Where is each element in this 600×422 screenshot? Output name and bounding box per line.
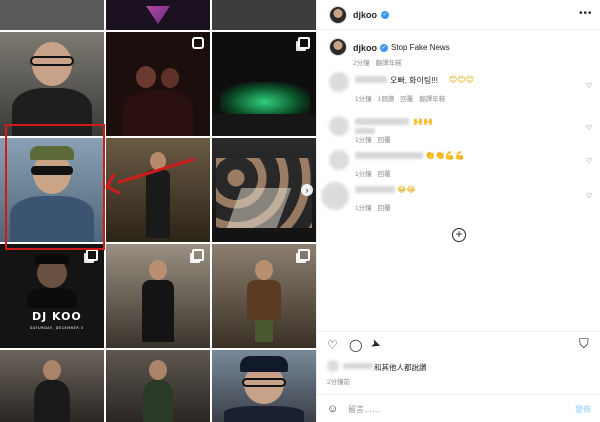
post-detail-panel: djkoo ✓ ••• djkoo ✓ Stop Fake News 2分鐘 翻譯… bbox=[316, 0, 600, 422]
multiple-photos-icon bbox=[298, 37, 310, 49]
author-username[interactable]: djkoo bbox=[353, 10, 377, 20]
divider bbox=[317, 331, 600, 332]
like-heart-icon[interactable]: ♡ bbox=[327, 338, 338, 352]
comment-meta: 1分鐘 回覆 bbox=[355, 168, 397, 178]
comment-bubble-icon[interactable]: ◯ bbox=[349, 338, 362, 352]
highlight-box bbox=[5, 124, 105, 250]
comment-emoji: 🙌🙌 bbox=[413, 117, 433, 126]
like-comment-heart-icon[interactable]: ♡ bbox=[586, 157, 592, 165]
caption-username[interactable]: djkoo bbox=[353, 43, 377, 53]
grid-tile-promo[interactable]: DJ KOO SATURDAY, DECEMBER 3 bbox=[0, 244, 104, 348]
reply-link[interactable]: 回覆 bbox=[378, 205, 391, 212]
translate-link[interactable]: 翻譯年糕 bbox=[419, 96, 445, 103]
emoji-picker-icon[interactable]: ☺ bbox=[327, 402, 338, 416]
comment-time: 1分鐘 bbox=[355, 96, 372, 103]
reply-link[interactable]: 回覆 bbox=[378, 137, 391, 144]
comment-meta: 1分鐘 回覆 bbox=[355, 202, 397, 212]
multiple-photos-icon bbox=[298, 249, 310, 261]
liked-by-text[interactable]: 和其他人都說讚 bbox=[374, 362, 427, 373]
comment-avatar[interactable] bbox=[321, 182, 349, 210]
post-header: djkoo ✓ ••• bbox=[317, 0, 600, 30]
comment-username-blurred bbox=[355, 186, 395, 193]
caption-time: 2分鐘 bbox=[353, 60, 370, 67]
like-comment-heart-icon[interactable]: ♡ bbox=[586, 192, 592, 200]
profile-photo-grid: › DJ KOO SATURDAY, DECEMBER 3 bbox=[0, 0, 316, 422]
grid-tile[interactable] bbox=[106, 350, 210, 422]
verified-badge-icon: ✓ bbox=[380, 44, 388, 52]
like-comment-heart-icon[interactable]: ♡ bbox=[586, 124, 592, 132]
comment-emoji: 😂😂 bbox=[397, 185, 416, 194]
caption-meta: 2分鐘 翻譯年糕 bbox=[353, 57, 408, 67]
post-comment-button[interactable]: 發佈 bbox=[575, 404, 591, 415]
comment-avatar[interactable] bbox=[329, 72, 349, 92]
more-options-icon[interactable]: ••• bbox=[579, 8, 593, 19]
like-comment-heart-icon[interactable]: ♡ bbox=[586, 82, 592, 90]
comment-avatar[interactable] bbox=[329, 150, 349, 170]
multiple-photos-icon bbox=[192, 249, 204, 261]
reel-icon bbox=[192, 37, 204, 49]
comment-meta: 1分鐘 回覆 bbox=[355, 134, 397, 144]
comment-avatar[interactable] bbox=[329, 116, 349, 136]
grid-tile[interactable] bbox=[0, 32, 104, 136]
comment-username-blurred bbox=[355, 76, 387, 83]
grid-tile[interactable] bbox=[0, 350, 104, 422]
next-arrow-icon[interactable]: › bbox=[301, 184, 313, 196]
grid-tile[interactable] bbox=[0, 0, 104, 30]
grid-tile[interactable]: › bbox=[212, 138, 316, 242]
promo-title: DJ KOO bbox=[32, 310, 82, 323]
save-bookmark-icon[interactable]: ⛉ bbox=[579, 337, 589, 351]
reply-link[interactable]: 回覆 bbox=[400, 96, 413, 103]
grid-tile[interactable] bbox=[106, 0, 210, 30]
comment-meta: 1分鐘 1個讚 回覆 翻譯年糕 bbox=[355, 93, 451, 103]
verified-badge-icon: ✓ bbox=[381, 11, 389, 19]
promo-subtitle: SATURDAY, DECEMBER 3 bbox=[30, 326, 84, 330]
divider bbox=[317, 394, 600, 395]
load-more-comments-icon[interactable]: + bbox=[452, 228, 466, 242]
comment-username-blurred bbox=[355, 118, 409, 125]
share-send-icon[interactable]: ➤ bbox=[369, 336, 383, 353]
grid-tile[interactable] bbox=[212, 0, 316, 30]
comment-input[interactable]: 留言…… bbox=[348, 404, 380, 415]
comment-emoji: 😊😊😊 bbox=[449, 75, 475, 84]
liker-name-blurred bbox=[343, 363, 373, 369]
liker-avatar[interactable] bbox=[327, 360, 339, 372]
multiple-photos-icon bbox=[86, 249, 98, 261]
translate-link[interactable]: 翻譯年糕 bbox=[376, 60, 402, 67]
comment-likes[interactable]: 1個讚 bbox=[378, 96, 395, 103]
grid-tile[interactable] bbox=[106, 32, 210, 136]
caption-avatar[interactable] bbox=[329, 38, 347, 56]
grid-tile[interactable] bbox=[106, 244, 210, 348]
comment-emoji: 👏👏💪💪 bbox=[425, 151, 465, 160]
post-timestamp: 2分鐘前 bbox=[327, 379, 351, 386]
comment-text: 오빠, 화이팅!!! bbox=[390, 76, 438, 85]
comment-time: 1分鐘 bbox=[355, 171, 372, 178]
comment-username-blurred bbox=[355, 152, 423, 159]
caption-text: Stop Fake News bbox=[391, 43, 450, 52]
grid-tile[interactable] bbox=[212, 32, 316, 136]
comment-time: 1分鐘 bbox=[355, 137, 372, 144]
grid-tile[interactable] bbox=[212, 244, 316, 348]
grid-tile[interactable] bbox=[212, 350, 316, 422]
reply-link[interactable]: 回覆 bbox=[378, 171, 391, 178]
comment-time: 1分鐘 bbox=[355, 205, 372, 212]
avatar[interactable] bbox=[329, 6, 347, 24]
